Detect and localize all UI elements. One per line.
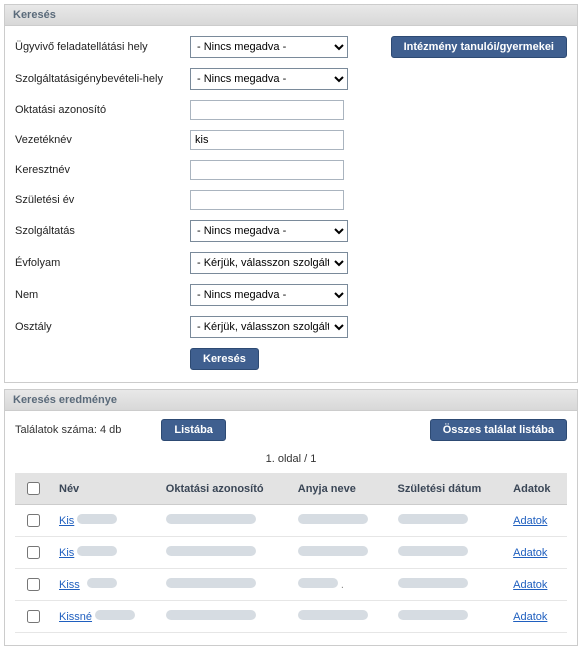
redacted-text	[298, 546, 368, 556]
input-szuletesi-ev[interactable]	[190, 190, 344, 210]
label-nem: Nem	[15, 289, 190, 301]
results-count: Találatok száma: 4 db	[15, 424, 121, 436]
row-data-link[interactable]: Adatok	[513, 547, 547, 559]
label-evfolyam: Évfolyam	[15, 257, 190, 269]
table-row: Kis Adatok	[15, 537, 567, 569]
label-szolgaltatas: Szolgáltatás	[15, 225, 190, 237]
redacted-text	[166, 546, 256, 556]
redacted-text	[298, 514, 368, 524]
col-birth: Születési dátum	[390, 473, 506, 505]
to-list-button[interactable]: Listába	[161, 419, 226, 441]
row-data-link[interactable]: Adatok	[513, 515, 547, 527]
redacted-text	[398, 546, 468, 556]
col-mother: Anyja neve	[290, 473, 390, 505]
label-ugyvivo: Ügyvivő feladatellátási hely	[15, 41, 190, 53]
redacted-text	[77, 546, 117, 556]
select-szolg-hely[interactable]: - Nincs megadva -	[190, 68, 348, 90]
row-checkbox[interactable]	[27, 514, 40, 527]
select-all-checkbox[interactable]	[27, 482, 40, 495]
institute-students-button[interactable]: Intézmény tanulói/gyermekei	[391, 36, 567, 58]
redacted-text	[298, 578, 338, 588]
input-keresztnev[interactable]	[190, 160, 344, 180]
redacted-text	[166, 514, 256, 524]
all-to-list-button[interactable]: Összes találat listába	[430, 419, 567, 441]
results-table: Név Oktatási azonosító Anyja neve Szület…	[15, 473, 567, 633]
results-panel: Keresés eredménye Találatok száma: 4 db …	[4, 389, 578, 646]
row-checkbox[interactable]	[27, 578, 40, 591]
col-name: Név	[51, 473, 158, 505]
row-data-link[interactable]: Adatok	[513, 579, 547, 591]
results-panel-title: Keresés eredménye	[5, 390, 577, 411]
select-osztaly[interactable]: - Kérjük, válasszon szolgálta	[190, 316, 348, 338]
row-data-link[interactable]: Adatok	[513, 611, 547, 623]
redacted-text	[166, 610, 256, 620]
redacted-text	[77, 514, 117, 524]
input-oktatasi-az[interactable]	[190, 100, 344, 120]
search-submit-button[interactable]: Keresés	[190, 348, 259, 370]
input-vezeteknev[interactable]	[190, 130, 344, 150]
row-checkbox[interactable]	[27, 546, 40, 559]
select-evfolyam[interactable]: - Kérjük, válasszon szolgálta	[190, 252, 348, 274]
col-okt-id: Oktatási azonosító	[158, 473, 290, 505]
row-name-link[interactable]: Kis	[59, 547, 74, 559]
col-data: Adatok	[505, 473, 567, 505]
label-oktatasi-az: Oktatási azonosító	[15, 104, 190, 116]
search-panel-title: Keresés	[5, 5, 577, 26]
label-szuletesi-ev: Születési év	[15, 194, 190, 206]
label-szolg-hely: Szolgáltatásigénybevételi-hely	[15, 73, 190, 85]
label-keresztnev: Keresztnév	[15, 164, 190, 176]
row-name-link[interactable]: Kis	[59, 515, 74, 527]
redacted-text	[298, 610, 368, 620]
label-vezeteknev: Vezetéknév	[15, 134, 190, 146]
redacted-text	[398, 578, 468, 588]
redacted-text	[166, 578, 256, 588]
select-szolgaltatas[interactable]: - Nincs megadva -	[190, 220, 348, 242]
search-panel: Keresés Intézmény tanulói/gyermekei Ügyv…	[4, 4, 578, 383]
row-name-link[interactable]: Kissné	[59, 611, 92, 623]
row-checkbox[interactable]	[27, 610, 40, 623]
table-row: Kis Adatok	[15, 505, 567, 537]
select-nem[interactable]: - Nincs megadva -	[190, 284, 348, 306]
redacted-text	[95, 610, 135, 620]
row-name-link[interactable]: Kiss	[59, 579, 80, 591]
table-row: Kissné Adatok	[15, 601, 567, 633]
redacted-text	[87, 578, 117, 588]
table-row: Kiss . Adatok	[15, 569, 567, 601]
label-osztaly: Osztály	[15, 321, 190, 333]
redacted-text	[398, 610, 468, 620]
redacted-text	[398, 514, 468, 524]
pager: 1. oldal / 1	[5, 453, 577, 465]
select-ugyvivo[interactable]: - Nincs megadva -	[190, 36, 348, 58]
